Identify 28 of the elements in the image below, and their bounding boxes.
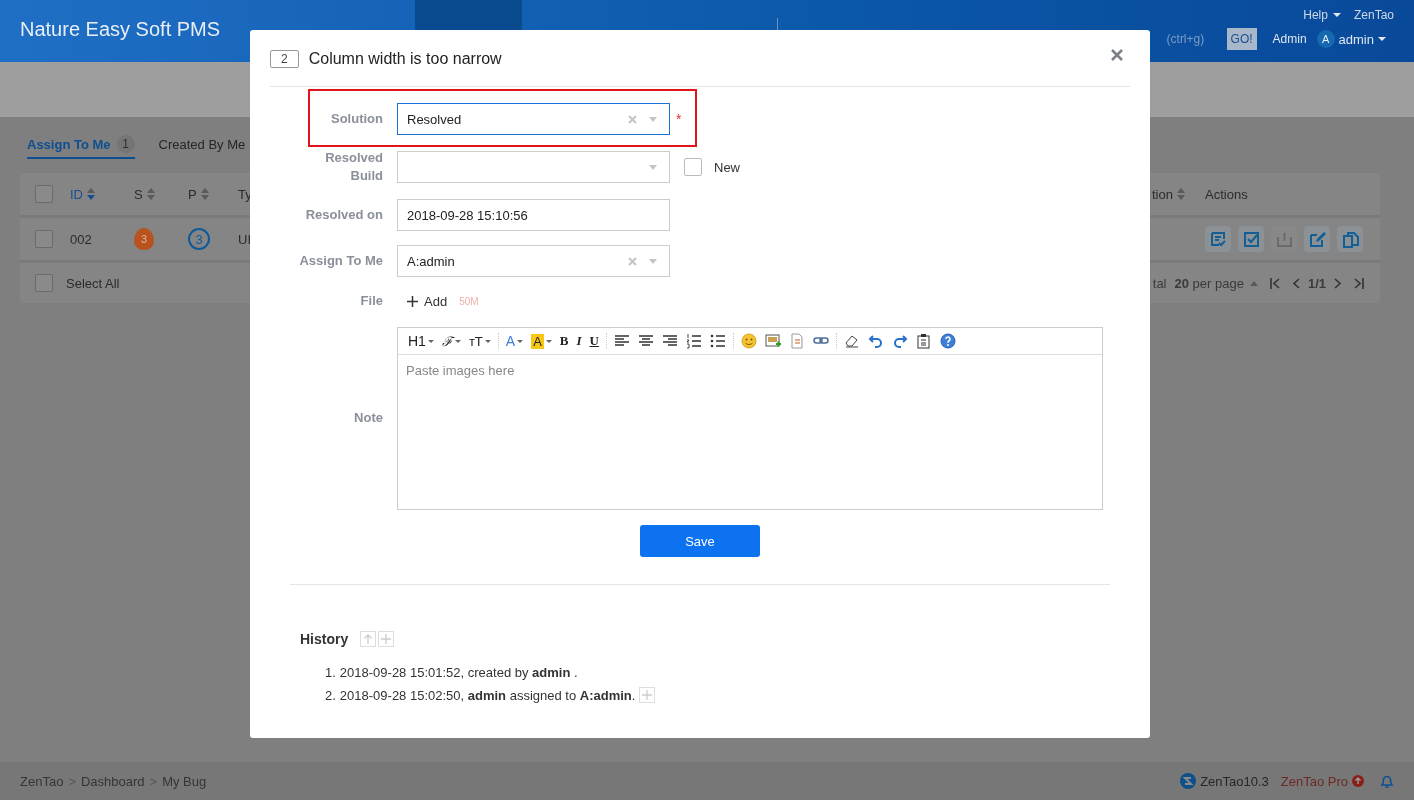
history-entry: 2018-09-28 15:01:52, created by admin . — [339, 665, 578, 680]
id-badge: 2 — [270, 50, 299, 68]
page-indicator: 1/1 — [1307, 275, 1326, 291]
field-label: Resolved on — [304, 206, 384, 224]
table-cell-text: UI — [238, 231, 252, 247]
history-entry: 2018-09-28 15:02:50, admin assigned to A:admin. — [339, 687, 636, 703]
field-label: Resolved Build — [324, 149, 384, 185]
section-title: History — [300, 631, 349, 647]
required-mark: * — [676, 111, 682, 127]
field-label: File — [359, 292, 384, 310]
total-label: tal — [1152, 275, 1167, 291]
priority-badge: 3 — [188, 228, 210, 250]
breadcrumb-separator: > — [68, 773, 76, 789]
severity-badge: 3 — [134, 228, 154, 250]
brand-title: Nature Easy Soft PMS — [19, 17, 222, 41]
table-cell-text: 002 — [70, 231, 93, 247]
dialog-title: Column width is too narrow — [308, 50, 502, 68]
checkbox-label: New — [714, 159, 740, 175]
list-number: 1. — [325, 665, 336, 680]
field-label: Note — [353, 408, 384, 427]
count-badge: 1 — [116, 135, 135, 153]
size-limit: 50M — [459, 295, 479, 307]
list-number: 2. — [325, 687, 336, 703]
breadcrumb-separator: > — [149, 773, 158, 789]
avatar-circle: A — [1316, 30, 1335, 48]
field-label: Solution — [330, 110, 384, 128]
role-label: Admin — [1272, 32, 1307, 46]
field-label: Assign To Me — [298, 252, 384, 270]
